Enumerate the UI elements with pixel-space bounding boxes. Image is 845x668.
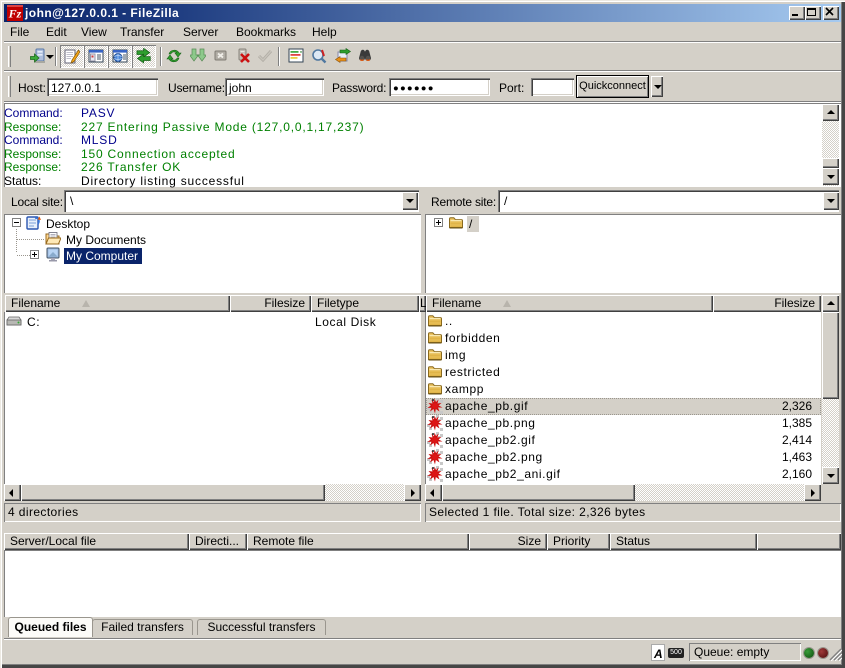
svg-text:Fz: Fz: [8, 7, 22, 21]
